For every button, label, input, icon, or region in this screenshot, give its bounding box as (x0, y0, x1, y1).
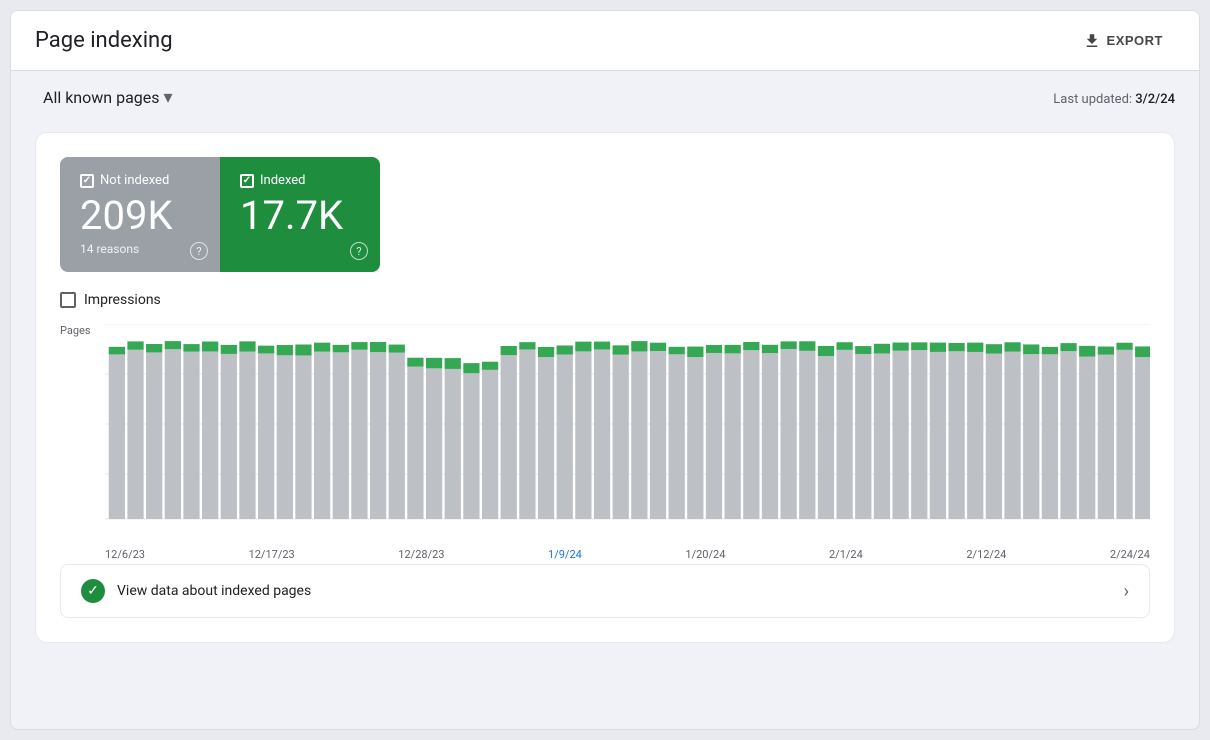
not-indexed-value: 209K (80, 196, 200, 236)
indexed-help[interactable]: ? (350, 242, 368, 260)
x-label-2: 12/17/23 (249, 548, 295, 561)
chart-area: Pages 240K 160K 80K 0 (60, 324, 1150, 544)
export-icon (1083, 32, 1101, 50)
x-label-6: 2/1/24 (829, 548, 863, 561)
impressions-row: Impressions (60, 292, 1150, 308)
header: Page indexing EXPORT (11, 11, 1199, 71)
last-updated: Last updated: 3/2/24 (1053, 88, 1175, 107)
main-window: Page indexing EXPORT All known pages ▾ L… (10, 10, 1200, 730)
x-axis-labels: 12/6/23 12/17/23 12/28/23 1/9/24 1/20/24… (105, 548, 1150, 561)
x-label-1: 12/6/23 (105, 548, 145, 561)
indexed-box: Indexed 17.7K ? (220, 157, 380, 272)
chart-svg: 240K 160K 80K 0 (105, 324, 1150, 524)
chart-y-label: Pages (60, 324, 91, 337)
chevron-right-icon: › (1124, 581, 1129, 602)
x-label-8: 2/24/24 (1110, 548, 1150, 561)
x-label-4: 1/9/24 (548, 548, 582, 561)
x-label-3: 12/28/23 (398, 548, 444, 561)
indexed-value: 17.7K (240, 196, 360, 236)
page-title: Page indexing (35, 28, 173, 53)
x-label-5: 1/20/24 (685, 548, 725, 561)
not-indexed-box: Not indexed 209K 14 reasons ? (60, 157, 220, 272)
view-data-label: View data about indexed pages (117, 583, 311, 599)
not-indexed-label: Not indexed (100, 173, 169, 188)
indexed-checkbox[interactable] (240, 174, 254, 188)
chevron-down-icon: ▾ (164, 87, 173, 108)
x-label-7: 2/12/24 (966, 548, 1006, 561)
impressions-checkbox[interactable] (60, 292, 76, 308)
filter-dropdown[interactable]: All known pages ▾ (35, 83, 181, 112)
indexed-label: Indexed (260, 173, 306, 188)
export-button[interactable]: EXPORT (1071, 24, 1175, 58)
green-check-icon: ✓ (81, 579, 105, 603)
not-indexed-sub: 14 reasons (80, 242, 200, 256)
not-indexed-checkbox[interactable] (80, 174, 94, 188)
content-card: Not indexed 209K 14 reasons ? Indexed 17… (35, 132, 1175, 643)
not-indexed-help[interactable]: ? (190, 242, 208, 260)
impressions-label: Impressions (84, 292, 161, 308)
toolbar: All known pages ▾ Last updated: 3/2/24 (11, 71, 1199, 124)
filter-label: All known pages (43, 88, 160, 107)
main-content: Not indexed 209K 14 reasons ? Indexed 17… (11, 124, 1199, 729)
chart-container: 240K 160K 80K 0 (105, 324, 1150, 544)
stats-row: Not indexed 209K 14 reasons ? Indexed 17… (60, 157, 1150, 272)
view-data-button[interactable]: ✓ View data about indexed pages › (60, 564, 1150, 618)
